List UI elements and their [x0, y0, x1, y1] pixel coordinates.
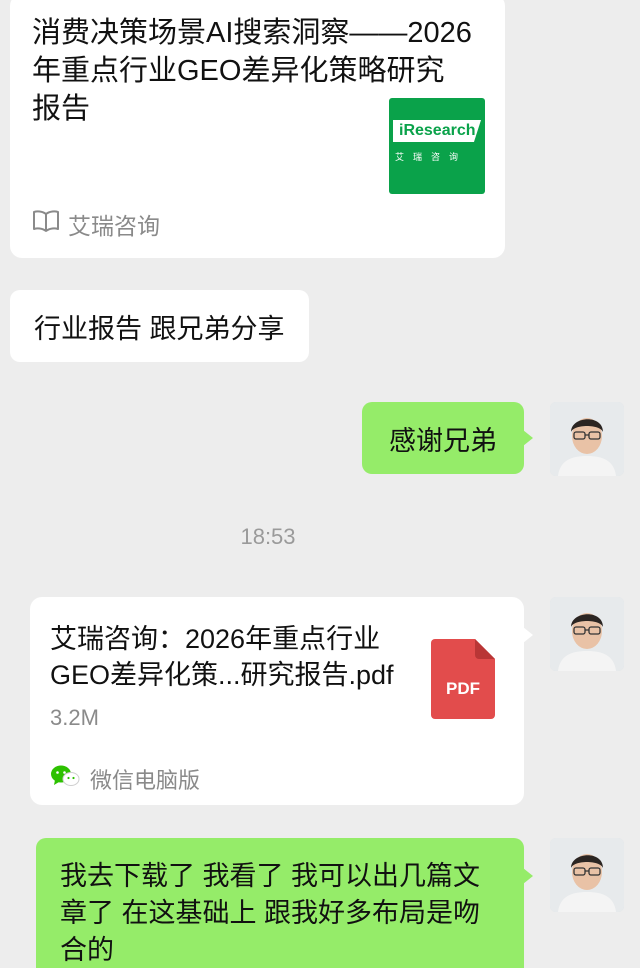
message-text: 感谢兄弟 [389, 425, 497, 456]
wechat-icon [50, 764, 80, 794]
file-name: 艾瑞咨询：2026年重点行业GEO差异化策...研究报告.pdf [50, 624, 394, 690]
file-size: 3.2M [50, 705, 99, 730]
message-bubble-sent[interactable]: 我去下载了 我看了 我可以出几篇文章了 在这基础上 跟我好多布局是吻合的 [36, 838, 533, 968]
pdf-file-icon: PDF [431, 639, 495, 724]
message-text: 行业报告 跟兄弟分享 [34, 313, 285, 344]
avatar[interactable] [550, 402, 624, 476]
avatar-image [550, 597, 624, 671]
link-card-source-label: 艾瑞咨询 [68, 213, 160, 239]
link-card[interactable]: 消费决策场景AI搜索洞察——2026年重点行业GEO差异化策略研究报告 iRes… [10, 0, 505, 258]
iresearch-logo: iResearch 艾瑞咨询 [389, 98, 485, 194]
timestamp: 18:53 [240, 524, 296, 549]
link-card-source: 艾瑞咨询 [32, 208, 160, 240]
file-card-source: 微信电脑版 [50, 763, 200, 795]
avatar-image [550, 838, 624, 912]
message-text: 我去下载了 我看了 我可以出几篇文章了 在这基础上 跟我好多布局是吻合的 [60, 861, 481, 965]
book-open-icon [32, 209, 60, 239]
avatar[interactable] [550, 838, 624, 912]
message-bubble-sent[interactable]: 感谢兄弟 [362, 402, 533, 474]
file-card-source-label: 微信电脑版 [90, 768, 201, 793]
logo-text: iResearch [393, 120, 481, 142]
avatar[interactable] [550, 597, 624, 671]
file-card[interactable]: 艾瑞咨询：2026年重点行业GEO差异化策...研究报告.pdf 3.2M PD… [30, 597, 533, 805]
logo-subtitle: 艾瑞咨询 [395, 152, 468, 162]
pdf-label: PDF [446, 679, 480, 698]
avatar-image [550, 402, 624, 476]
message-bubble-received[interactable]: 行业报告 跟兄弟分享 [10, 290, 309, 362]
